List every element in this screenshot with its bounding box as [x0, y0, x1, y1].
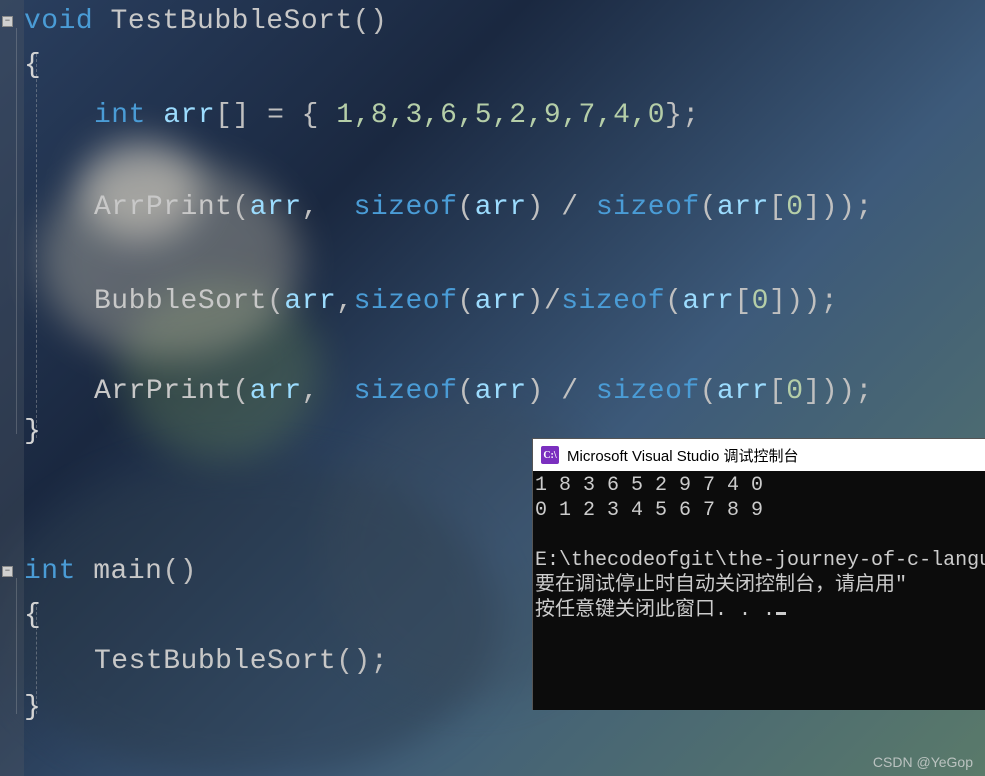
identifier: arr [284, 286, 336, 317]
console-line: 要在调试停止时自动关闭控制台，请启用" [535, 574, 907, 597]
parens: () [162, 556, 197, 587]
number: 0 [786, 376, 803, 407]
identifier: arr [250, 192, 302, 223]
end: }; [665, 100, 700, 131]
op: ) / [527, 376, 596, 407]
console-title: Microsoft Visual Studio 调试控制台 [567, 445, 798, 466]
paren: ( [700, 376, 717, 407]
bracket: [ [769, 376, 786, 407]
paren: ( [232, 192, 249, 223]
keyword-sizeof: sizeof [596, 376, 700, 407]
console-title-bar[interactable]: C:\ Microsoft Visual Studio 调试控制台 [533, 439, 985, 471]
parens: (); [336, 646, 388, 677]
editor-gutter: − − [0, 0, 24, 776]
paren: ( [457, 286, 474, 317]
keyword-sizeof: sizeof [354, 286, 458, 317]
paren: ( [700, 192, 717, 223]
parens: () [353, 6, 388, 37]
fold-toggle[interactable]: − [2, 566, 13, 577]
console-output: 1 8 3 6 5 2 9 7 4 0 0 1 2 3 4 5 6 7 8 9 … [533, 471, 985, 627]
identifier: arr [717, 376, 769, 407]
identifier: arr [475, 286, 527, 317]
fold-line [16, 28, 17, 434]
brace: { [24, 50, 41, 81]
identifier: arr [146, 100, 215, 131]
code-line: } [24, 418, 41, 446]
paren: ( [457, 192, 474, 223]
fn-name: TestBubbleSort [93, 6, 353, 37]
comma: , [336, 286, 353, 317]
close: )); [821, 192, 873, 223]
number: 0 [786, 192, 803, 223]
fn-name: main [76, 556, 163, 587]
paren: ( [267, 286, 284, 317]
console-line: E:\thecodeofgit\the-journey-of-c-langu [535, 549, 985, 572]
equals-brace: = { [267, 100, 336, 131]
identifier: arr [717, 192, 769, 223]
op: ) / [527, 192, 596, 223]
brackets: [] [215, 100, 267, 131]
console-line: 1 8 3 6 5 2 9 7 4 0 [535, 474, 763, 497]
brace: } [24, 416, 41, 447]
identifier: arr [682, 286, 734, 317]
code-line: } [24, 694, 41, 722]
bracket: ] [804, 192, 821, 223]
code-line: BubbleSort(arr,sizeof(arr)/sizeof(arr[0]… [94, 288, 838, 316]
code-line: { [24, 52, 41, 80]
code-line: void TestBubbleSort() [24, 8, 387, 36]
close: )); [786, 286, 838, 317]
comma: , [302, 376, 337, 407]
fold-line [16, 578, 17, 714]
fn-call: BubbleSort [94, 286, 267, 317]
paren: ( [457, 376, 474, 407]
bracket: [ [769, 192, 786, 223]
keyword-sizeof: sizeof [354, 376, 458, 407]
fold-toggle[interactable]: − [2, 16, 13, 27]
keyword-sizeof: sizeof [561, 286, 665, 317]
paren: ( [232, 376, 249, 407]
identifier: arr [475, 192, 527, 223]
bracket: [ [734, 286, 751, 317]
keyword-int: int [94, 100, 146, 131]
comma: , [302, 192, 337, 223]
bracket: ] [769, 286, 786, 317]
close: )); [821, 376, 873, 407]
code-line: ArrPrint(arr, sizeof(arr) / sizeof(arr[0… [94, 194, 873, 222]
bg-decoration [80, 140, 200, 240]
bracket: ] [804, 376, 821, 407]
console-line: 按任意键关闭此窗口. . . [535, 599, 775, 622]
watermark: CSDN @YeGop [873, 754, 973, 770]
code-line: int arr[] = { 1,8,3,6,5,2,9,7,4,0}; [94, 102, 700, 130]
indent-guide [36, 54, 37, 438]
op: )/ [527, 286, 562, 317]
code-line: int main() [24, 558, 197, 586]
fn-call: TestBubbleSort [94, 646, 336, 677]
cursor-icon [776, 612, 786, 615]
paren: ( [665, 286, 682, 317]
keyword-sizeof: sizeof [354, 192, 458, 223]
fn-call: ArrPrint [94, 376, 232, 407]
code-line: ArrPrint(arr, sizeof(arr) / sizeof(arr[0… [94, 378, 873, 406]
brace: } [24, 692, 41, 723]
debug-console-window[interactable]: C:\ Microsoft Visual Studio 调试控制台 1 8 3 … [532, 438, 985, 710]
identifier: arr [250, 376, 302, 407]
console-line: 0 1 2 3 4 5 6 7 8 9 [535, 499, 763, 522]
number-list: 1,8,3,6,5,2,9,7,4,0 [336, 100, 665, 131]
keyword-sizeof: sizeof [596, 192, 700, 223]
fn-call: ArrPrint [94, 192, 232, 223]
code-line: { [24, 602, 41, 630]
keyword-int: int [24, 556, 76, 587]
code-line: TestBubbleSort(); [94, 648, 388, 676]
identifier: arr [475, 376, 527, 407]
number: 0 [752, 286, 769, 317]
brace: { [24, 600, 41, 631]
vs-icon: C:\ [541, 446, 559, 464]
keyword-void: void [24, 6, 93, 37]
